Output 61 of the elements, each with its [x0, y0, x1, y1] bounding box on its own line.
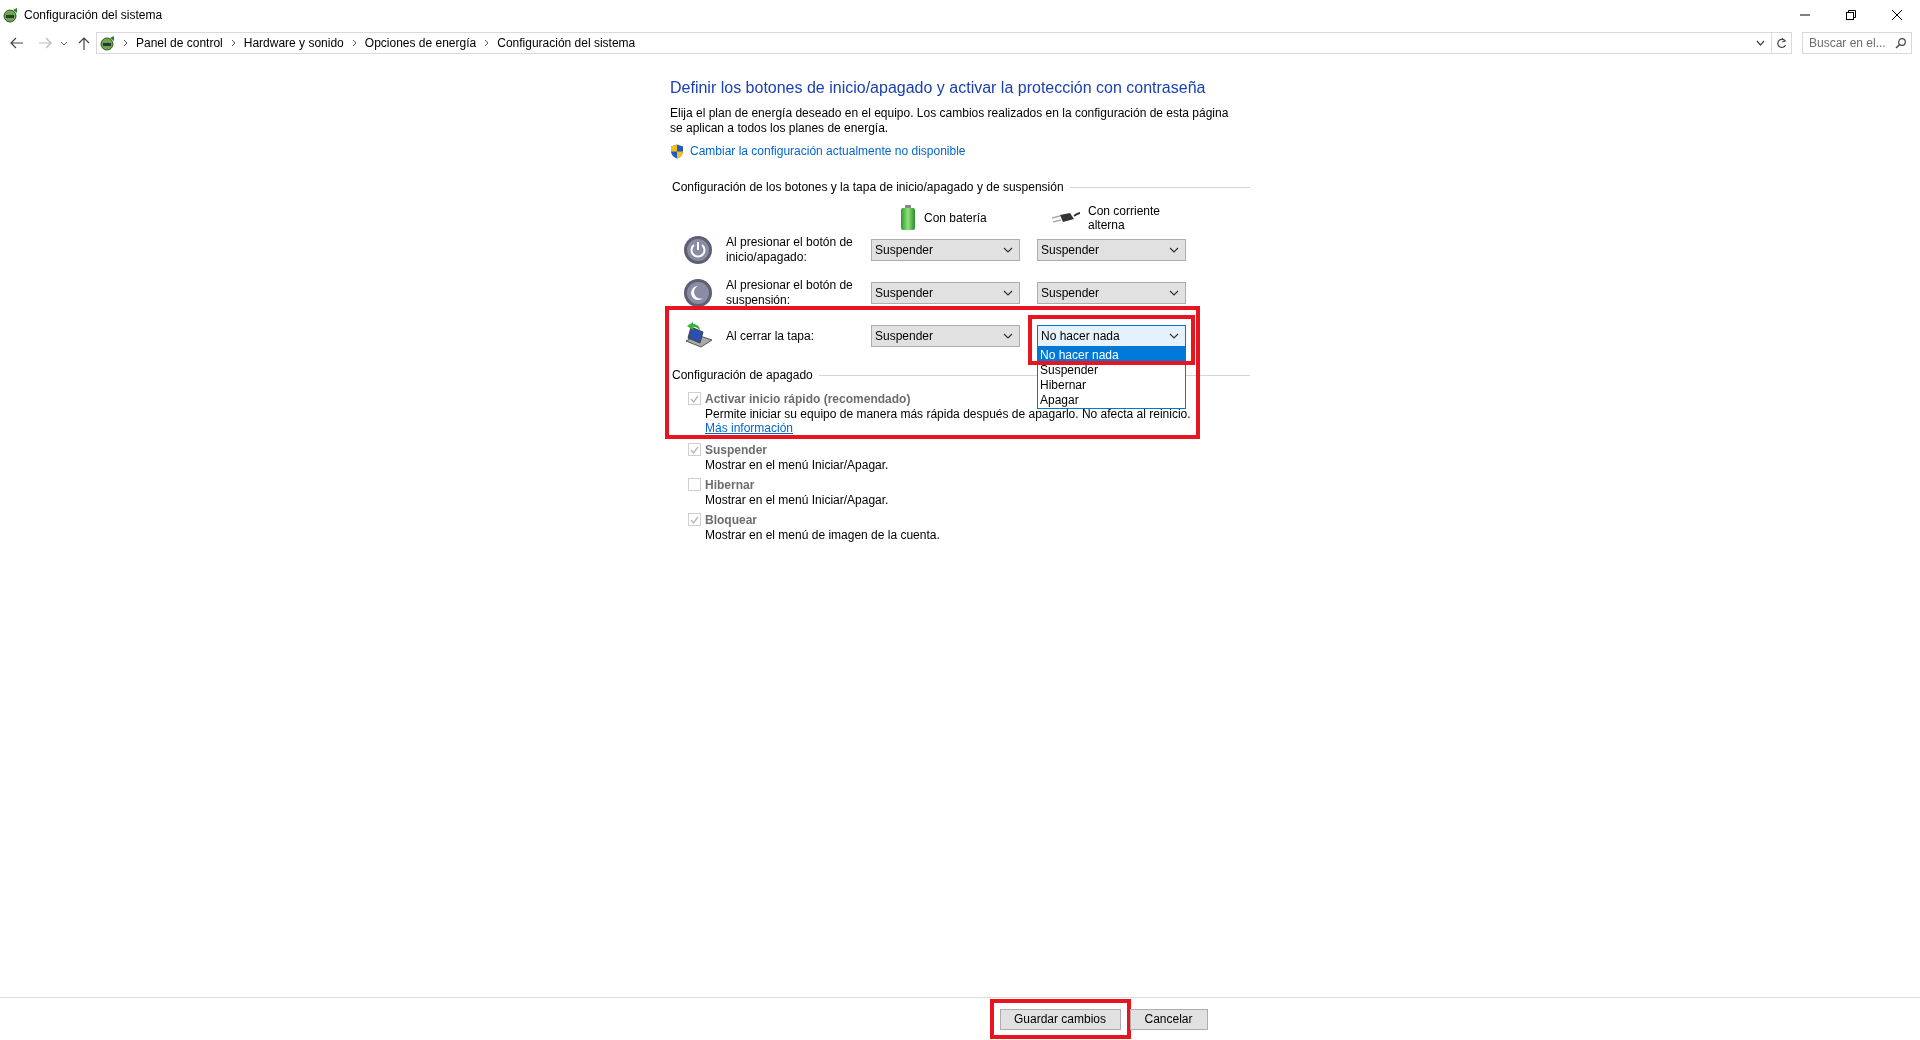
breadcrumb[interactable]: Opciones de energía	[364, 34, 477, 52]
chevron-down-icon	[1003, 247, 1013, 253]
breadcrumb[interactable]: Hardware y sonido	[243, 34, 344, 52]
chevron-down-icon	[1003, 290, 1013, 296]
back-arrow-icon[interactable]	[10, 37, 24, 49]
dropdown-option[interactable]: Suspender	[1038, 363, 1185, 378]
power-button-icon	[683, 235, 713, 265]
dropdown[interactable]: Suspender	[1037, 282, 1186, 304]
column-header: Con batería	[924, 210, 987, 227]
chevron-down-icon	[1169, 333, 1179, 339]
plug-icon	[1050, 210, 1080, 226]
section-title: Configuración de apagado	[672, 367, 813, 384]
sleep-button-icon	[683, 278, 713, 308]
footer-button[interactable]: Cancelar	[1129, 1008, 1208, 1030]
chevron-down-icon	[1169, 247, 1179, 253]
description-text: Elija el plan de energía deseado en el equipo. Los cambios realizados en la configuración de esta página se aplican a todos los planes de energía.	[670, 106, 1230, 136]
dropdown-option[interactable]: Hibernar	[1038, 378, 1185, 393]
row-label: Al cerrar la tapa:	[726, 328, 816, 344]
app-icon	[2, 7, 18, 23]
address-bar[interactable]: Panel de control Hardware y sonido Opciones de energía Configuración del sistema	[96, 32, 1792, 54]
option-label: Suspender	[705, 441, 767, 459]
chevron-down-icon[interactable]	[1756, 40, 1765, 46]
option-label: Bloquear	[705, 511, 757, 529]
breadcrumb[interactable]: Panel de control	[136, 34, 223, 52]
page-heading: Definir los botones de inicio/apagado y activar la protección con contraseña	[670, 78, 1207, 98]
chevron-right-icon	[351, 39, 357, 47]
breadcrumb[interactable]: Configuración del sistema	[497, 34, 636, 52]
section-title: Configuración de los botones y la tapa de inicio/apagado y de suspensión	[672, 179, 1064, 196]
option-label: Activar inicio rápido (recomendado)	[705, 390, 911, 408]
option-description: Mostrar en el menú Iniciar/Apagar.	[704, 458, 890, 472]
chevron-right-icon	[230, 39, 236, 47]
chevron-down-icon	[1003, 333, 1013, 339]
shield-icon	[670, 143, 684, 159]
row-label: Al presionar el botón de suspensión:	[726, 278, 854, 308]
row-label: Al presionar el botón de inicio/apagado:	[726, 235, 854, 265]
dropdown[interactable]: No hacer nada	[1037, 325, 1186, 347]
restore-icon	[1846, 10, 1856, 20]
window-title: Configuración del sistema	[24, 7, 163, 24]
up-arrow-icon[interactable]	[78, 36, 90, 50]
dropdown[interactable]: Suspender	[1037, 239, 1186, 261]
chevron-down-icon[interactable]	[60, 40, 68, 46]
admin-settings-link[interactable]: Cambiar la configuración actualmente no disponible	[690, 142, 966, 160]
search-field[interactable]: Buscar en el...	[1802, 32, 1912, 54]
option-label: Hibernar	[705, 476, 755, 494]
chevron-down-icon	[1169, 290, 1179, 296]
option-description: Mostrar en el menú Iniciar/Apagar.	[704, 493, 890, 507]
dropdown[interactable]: Suspender	[871, 325, 1020, 347]
column-header: Con corriente alterna	[1088, 204, 1162, 232]
option-description: Permite iniciar su equipo de manera más rápida después de apagarlo. No afecta al reinicio. Más información	[704, 407, 1192, 435]
chevron-right-icon	[484, 39, 490, 47]
dropdown[interactable]: Suspender	[871, 282, 1020, 304]
close-icon	[1892, 10, 1902, 20]
app-icon	[99, 35, 115, 51]
footer-button[interactable]: Guardar cambios	[999, 1008, 1121, 1030]
battery-icon	[900, 205, 916, 231]
dropdown[interactable]: Suspender	[871, 239, 1020, 261]
chevron-right-icon	[123, 39, 128, 47]
option-description: Mostrar en el menú de imagen de la cuenta.	[704, 528, 941, 542]
refresh-icon[interactable]	[1776, 37, 1787, 49]
dropdown-option[interactable]: Apagar	[1038, 393, 1185, 408]
search-icon	[1895, 38, 1906, 49]
